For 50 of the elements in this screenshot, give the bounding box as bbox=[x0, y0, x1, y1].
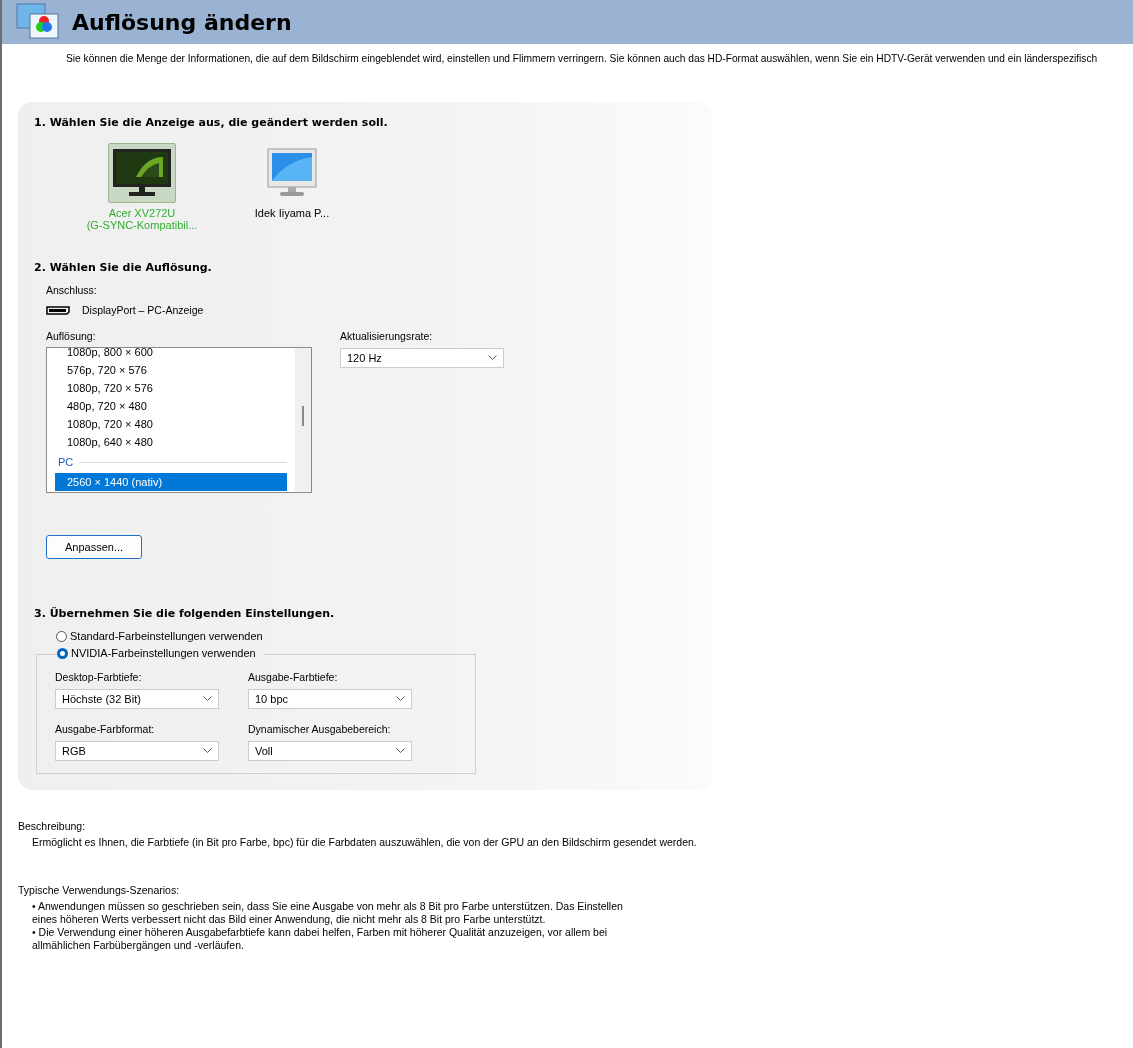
monitor-icon bbox=[266, 147, 318, 199]
display-subtitle: (G-SYNC-Kompatibil... bbox=[86, 219, 198, 231]
resolution-item[interactable]: 1080p, 720 × 480 bbox=[55, 415, 287, 433]
chevron-down-icon bbox=[203, 696, 212, 702]
dropdown[interactable]: Voll bbox=[248, 741, 412, 761]
resolution-item[interactable]: 2560 × 1440 (nativ) bbox=[55, 473, 287, 491]
resolution-list[interactable]: 1080p, 800 × 600 576p, 720 × 576 1080p, 720 × 576 480p, 720 × 480 1080p, 720 × 480 1080p, 640 × 480 PC 2560 × 1440 (nativ) bbox=[46, 347, 312, 493]
radio-option[interactable]: Standard-Farbeinstellungen verwenden bbox=[56, 630, 696, 642]
field-label: Desktop-Farbtiefe: bbox=[55, 671, 143, 683]
dropdown[interactable]: RGB bbox=[55, 741, 219, 761]
customize-button[interactable]: Anpassen... bbox=[46, 535, 142, 559]
field-label: Anschluss: bbox=[46, 284, 98, 296]
field-label: Ausgabe-Farbtiefe: bbox=[248, 671, 339, 683]
chevron-down-icon bbox=[203, 748, 212, 754]
page-title: Auflösung ändern bbox=[72, 9, 292, 35]
group-label: PC bbox=[58, 456, 74, 468]
scrollbar[interactable] bbox=[295, 348, 311, 492]
field-label: Ausgabe-Farbformat: bbox=[55, 723, 156, 735]
resolution-item[interactable]: 480p, 720 × 480 bbox=[55, 397, 287, 415]
bullet-text: • Anwendungen müssen so geschrieben sein, dass Sie eine Ausgabe von mehr als 8 Bit pro Farbe unterstützen. Das Einstellen eines höheren Werts verbessert nicht das Bild einer Anwendung, die nicht mehr als 8 Bit pro Farbe unterstützt. bbox=[32, 900, 624, 926]
field-label: Auflösung: bbox=[46, 330, 97, 342]
dropdown[interactable]: Höchste (32 Bit) bbox=[55, 689, 219, 709]
display-tile[interactable] bbox=[108, 143, 176, 203]
radio-icon[interactable] bbox=[56, 630, 67, 642]
resolution-item[interactable]: 1080p, 720 × 576 bbox=[55, 379, 287, 397]
resolution-item[interactable]: 1080p, 800 × 600 bbox=[55, 348, 287, 361]
field-label: Dynamischer Ausgabebereich: bbox=[248, 723, 392, 735]
resolution-item[interactable]: 576p, 720 × 576 bbox=[55, 361, 287, 379]
radio-icon[interactable] bbox=[57, 647, 68, 659]
bullet-text: • Die Verwendung einer höheren Ausgabefarbtiefe kann dabei helfen, Farben mit höherer Qualität anzuzeigen, vor allem bei allmählichen Farbübergängen und -verläufen. bbox=[32, 926, 609, 952]
section-heading: 3. Übernehmen Sie die folgenden Einstellungen. bbox=[34, 607, 336, 620]
display-settings-icon bbox=[16, 2, 60, 42]
field-label: Aktualisierungsrate: bbox=[340, 330, 434, 342]
description-text: Ermöglicht es Ihnen, die Farbtiefe (in Bit pro Farbe, bpc) für die Farbdaten auszuwählen, die von der GPU an den Bildschirm gesendet werden. bbox=[32, 836, 698, 848]
section-heading: 2. Wählen Sie die Auflösung. bbox=[34, 261, 213, 274]
section-heading: 1. Wählen Sie die Anzeige aus, die geändert werden soll. bbox=[34, 116, 389, 129]
display-name: Idek Iiyama P... bbox=[254, 207, 330, 219]
dropdown[interactable]: 10 bpc bbox=[248, 689, 412, 709]
chevron-down-icon bbox=[396, 696, 405, 702]
resolution-item[interactable]: 1080p, 640 × 480 bbox=[55, 433, 287, 451]
monitor-icon bbox=[111, 147, 173, 199]
intro-text: Sie können die Menge der Informationen, die auf dem Bildschirm eingeblendet wird, einstellen und Flimmern verringern. Sie können auch das HD-Format auswählen, wenn Sie ein HDTV-Gerät verwenden und ein länderspezifisch bbox=[66, 53, 1099, 64]
chevron-down-icon bbox=[488, 355, 497, 361]
chevron-down-icon bbox=[396, 748, 405, 754]
refresh-rate-dropdown[interactable]: 120 Hz bbox=[340, 348, 504, 368]
connection-text: DisplayPort – PC-Anzeige bbox=[82, 304, 204, 316]
displayport-icon bbox=[46, 305, 70, 315]
section-label: Beschreibung: bbox=[18, 820, 87, 832]
display-name: Acer XV272U bbox=[108, 207, 176, 219]
section-label: Typische Verwendungs-Szenarios: bbox=[18, 884, 181, 896]
